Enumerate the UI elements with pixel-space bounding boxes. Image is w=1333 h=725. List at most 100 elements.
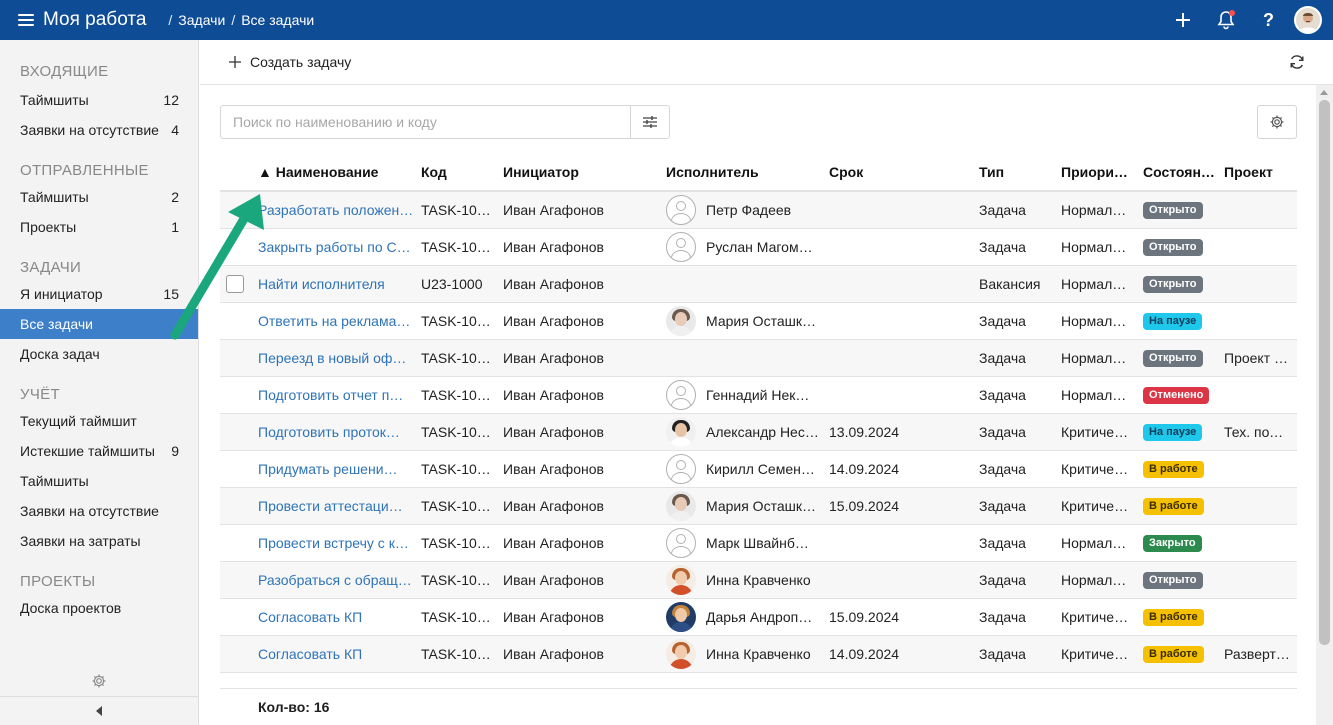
table-row[interactable]: Ответить на реклама… TASK-10… Иван Агафоно…	[220, 302, 1297, 340]
collapse-sidebar-button[interactable]	[0, 696, 198, 725]
table-row[interactable]: Согласовать КП TASK-10… Иван Агафонов Инна …	[220, 635, 1297, 673]
table-row[interactable]: Провести аттестаци… TASK-10… Иван Агафонов…	[220, 487, 1297, 525]
app-title[interactable]: Моя работа	[43, 9, 146, 31]
task-project	[1224, 265, 1297, 303]
table-row[interactable]: Найти исполнителя U23-1000 Иван Агафонов Ва…	[220, 265, 1297, 303]
scroll-thumb[interactable]	[1319, 100, 1330, 645]
avatar	[666, 638, 696, 669]
table-row[interactable]: Разобраться с обращ… TASK-10… Иван Агафоно…	[220, 561, 1297, 599]
avatar-placeholder-icon	[666, 453, 696, 484]
table-settings-button[interactable]	[1257, 105, 1297, 139]
notifications-button[interactable]	[1204, 0, 1247, 40]
task-initiator: Иван Агафонов	[503, 376, 666, 414]
table-row[interactable]: Придумать решени… TASK-10… Иван Агафонов Ки…	[220, 450, 1297, 488]
task-status-cell: В работе	[1143, 635, 1224, 673]
task-initiator: Иван Агафонов	[503, 265, 666, 303]
sidebar-item-my-initiated[interactable]: Я инициатор 15	[0, 279, 198, 309]
menu-icon[interactable]	[18, 14, 34, 26]
breadcrumb-tasks[interactable]: Задачи	[178, 12, 225, 28]
task-name-link[interactable]: Ответить на реклама…	[258, 302, 421, 340]
status-badge: Открыто	[1143, 572, 1203, 589]
sidebar-item-all-tasks[interactable]: Все задачи	[0, 309, 198, 339]
task-name-link[interactable]: Придумать решени…	[258, 450, 421, 488]
filter-button[interactable]	[630, 106, 669, 138]
task-name-link[interactable]: Закрыть работы по С…	[258, 228, 421, 266]
task-name-link[interactable]: Согласовать КП	[258, 635, 421, 673]
header-initiator[interactable]: Инициатор	[503, 154, 666, 192]
refresh-icon[interactable]	[1288, 53, 1306, 71]
scroll-up-icon[interactable]	[1320, 90, 1328, 95]
row-select-cell	[220, 265, 258, 303]
table-row[interactable]: Провести встречу с к… TASK-10… Иван Агафон…	[220, 524, 1297, 562]
table-row[interactable]: Закрыть работы по С… TASK-10… Иван Агафоно…	[220, 228, 1297, 266]
sidebar-item-sent-projects[interactable]: Проекты 1	[0, 212, 198, 242]
task-name-link[interactable]: Провести встречу с к…	[258, 524, 421, 562]
task-name-link[interactable]: Найти исполнителя	[258, 265, 421, 303]
header-status[interactable]: Состоян…	[1143, 154, 1224, 192]
sidebar-item-label: Я инициатор	[20, 286, 103, 302]
header-priority[interactable]: Приори…	[1061, 154, 1143, 192]
task-due: 14.09.2024	[829, 450, 979, 488]
sidebar-item-label: Заявки на отсутствие	[20, 503, 159, 519]
avatar[interactable]	[1294, 6, 1322, 34]
sidebar-item-project-board[interactable]: Доска проектов	[0, 593, 198, 623]
row-select-cell	[220, 376, 258, 414]
row-select-cell	[220, 228, 258, 266]
task-initiator: Иван Агафонов	[503, 524, 666, 562]
avatar	[666, 490, 696, 521]
header-executor[interactable]: Исполнитель	[666, 154, 829, 192]
help-button[interactable]: ?	[1247, 0, 1290, 40]
task-name-link[interactable]: Подготовить отчет п…	[258, 376, 421, 414]
task-executor-cell: Мария Осташк…	[666, 487, 829, 525]
task-name-link[interactable]: Переезд в новый оф…	[258, 339, 421, 377]
header-type[interactable]: Тип	[979, 154, 1061, 192]
add-button[interactable]	[1161, 0, 1204, 40]
row-checkbox[interactable]	[226, 274, 244, 293]
breadcrumb: / Задачи / Все задачи	[168, 12, 314, 28]
header-code[interactable]: Код	[421, 154, 503, 192]
table-row[interactable]: Согласовать КП TASK-10… Иван Агафонов Дарья…	[220, 598, 1297, 636]
task-initiator: Иван Агафонов	[503, 635, 666, 673]
sidebar-item-sent-timesheets[interactable]: Таймшиты 2	[0, 182, 198, 212]
sidebar-item-expense-requests[interactable]: Заявки на затраты	[0, 526, 198, 556]
sidebar-item-current-timesheet[interactable]: Текущий таймшит	[0, 406, 198, 436]
sidebar-item-task-board[interactable]: Доска задач	[0, 339, 198, 369]
status-badge: В работе	[1143, 461, 1204, 478]
table-row[interactable]: Подготовить проток… TASK-10… Иван Агафонов…	[220, 413, 1297, 451]
task-priority: Нормал…	[1061, 561, 1143, 599]
sidebar-item-incoming-absence[interactable]: Заявки на отсутствие 4	[0, 115, 198, 145]
task-due	[829, 265, 979, 303]
search-input[interactable]	[221, 106, 630, 138]
vertical-scrollbar[interactable]	[1316, 85, 1333, 725]
sidebar-item-expired-timesheets[interactable]: Истекшие таймшиты 9	[0, 436, 198, 466]
task-name-link[interactable]: Провести аттестаци…	[258, 487, 421, 525]
sidebar-item-label: Текущий таймшит	[20, 413, 137, 429]
sidebar-item-timesheets[interactable]: Таймшиты	[0, 466, 198, 496]
task-due: 14.09.2024	[829, 635, 979, 673]
gear-icon[interactable]	[91, 673, 107, 689]
sidebar-item-incoming-timesheets[interactable]: Таймшиты 12	[0, 85, 198, 115]
task-name-link[interactable]: Разобраться с обращ…	[258, 561, 421, 599]
table-row[interactable]: Подготовить отчет п… TASK-10… Иван Агафоно…	[220, 376, 1297, 414]
header-project[interactable]: Проект	[1224, 154, 1297, 192]
sidebar-item-absence-requests[interactable]: Заявки на отсутствие	[0, 496, 198, 526]
table-row[interactable]: Разработать положен… TASK-10… Иван Агафоно…	[220, 191, 1297, 229]
task-status-cell: Открыто	[1143, 339, 1224, 377]
gear-icon	[1270, 115, 1284, 129]
task-priority: Нормал…	[1061, 302, 1143, 340]
table-row[interactable]: Переезд в новый оф… TASK-10… Иван Агафонов…	[220, 339, 1297, 377]
header-name[interactable]: ▲ Наименование	[258, 154, 421, 192]
task-name-link[interactable]: Подготовить проток…	[258, 413, 421, 451]
task-initiator: Иван Агафонов	[503, 191, 666, 229]
create-task-button[interactable]: Создать задачу	[229, 54, 351, 70]
task-executor: Александр Нес…	[706, 423, 819, 440]
task-status-cell: В работе	[1143, 487, 1224, 525]
task-name-link[interactable]: Разработать положен…	[258, 191, 421, 229]
breadcrumb-separator: /	[168, 12, 173, 28]
task-code: TASK-10…	[421, 228, 503, 266]
task-name-link[interactable]: Согласовать КП	[258, 598, 421, 636]
task-initiator: Иван Агафонов	[503, 339, 666, 377]
status-badge: Отменено	[1143, 387, 1210, 404]
task-code: TASK-10…	[421, 450, 503, 488]
header-due[interactable]: Срок	[829, 154, 979, 192]
